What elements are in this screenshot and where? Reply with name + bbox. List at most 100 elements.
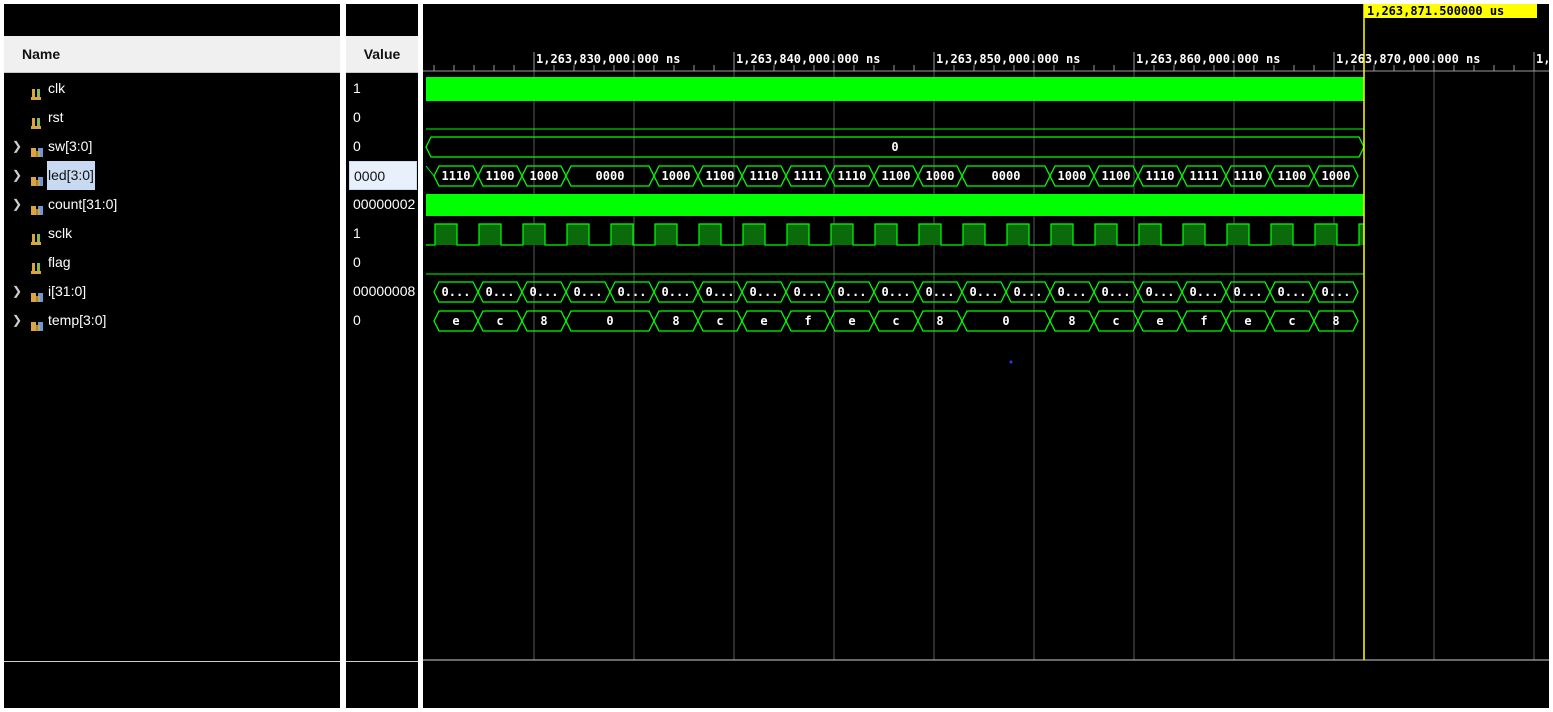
bus-signal-icon	[30, 140, 44, 157]
signal-row[interactable]: ❯ i[31:0]	[4, 277, 340, 306]
clk-wave	[426, 77, 1364, 101]
value-column-header[interactable]: Value	[346, 36, 418, 73]
sclk-high-fill	[523, 224, 545, 245]
signal-name[interactable]: sw[3:0]	[47, 132, 93, 161]
sclk-high-fill	[1271, 224, 1293, 245]
signal-row[interactable]: flag	[4, 248, 340, 277]
i-bus-value-label: 0...	[1322, 285, 1351, 299]
signal-row[interactable]: clk	[4, 74, 340, 103]
signal-row[interactable]: sclk	[4, 219, 340, 248]
signal-name[interactable]: count[31:0]	[47, 190, 118, 219]
temp-bus-value-label: e	[760, 314, 767, 328]
signal-name[interactable]: clk	[47, 74, 66, 103]
led-bus-value-label: 1110	[1146, 169, 1175, 183]
temp-bus-value-label: f	[1200, 314, 1207, 328]
sclk-high-fill	[655, 224, 677, 245]
marker-dot	[1009, 360, 1013, 364]
led-bus-value-label: 1000	[530, 169, 559, 183]
led-bus-value-label: 1000	[1322, 169, 1351, 183]
i-bus-value-label: 0...	[574, 285, 603, 299]
sclk-high-fill	[479, 224, 501, 245]
signal-name[interactable]: sclk	[47, 219, 73, 248]
sclk-high-fill	[567, 224, 589, 245]
temp-bus-value-label: c	[496, 314, 503, 328]
i-bus-value-label: 0...	[750, 285, 779, 299]
signal-row[interactable]: ❯ count[31:0]	[4, 190, 340, 219]
i-bus-value-label: 0...	[1234, 285, 1263, 299]
expand-chevron-icon[interactable]: ❯	[12, 190, 24, 219]
signal-name[interactable]: temp[3:0]	[47, 306, 107, 335]
scalar-signal-icon	[30, 111, 44, 129]
i-bus-value-label: 0...	[926, 285, 955, 299]
i-bus-value-label: 0...	[486, 285, 515, 299]
temp-bus-value-label: c	[1112, 314, 1119, 328]
i-bus-value-label: 0...	[1146, 285, 1175, 299]
led-bus-lead	[425, 165, 435, 177]
signal-row[interactable]: ❯ temp[3:0]	[4, 306, 340, 335]
signal-value: 1	[353, 80, 361, 96]
expand-chevron-icon[interactable]: ❯	[12, 161, 24, 190]
sclk-high-fill	[1051, 224, 1073, 245]
temp-bus-value-label: c	[716, 314, 723, 328]
led-bus-value-label: 1100	[486, 169, 515, 183]
i-bus-value-label: 0...	[882, 285, 911, 299]
led-bus-value-label: 1000	[662, 169, 691, 183]
temp-bus-value-label: 8	[936, 314, 943, 328]
ruler-label: 1,263,860,000.000 ns	[1136, 52, 1281, 66]
signal-row[interactable]: ❯ led[3:0]	[4, 161, 340, 190]
led-bus-value-label: 1000	[1058, 169, 1087, 183]
bus-signal-icon	[30, 169, 44, 186]
temp-bus-value-label: e	[452, 314, 459, 328]
sclk-high-fill	[1183, 224, 1205, 245]
signal-value: 0	[353, 138, 361, 154]
led-bus-value-label: 1100	[1278, 169, 1307, 183]
expand-chevron-icon[interactable]: ❯	[12, 277, 24, 306]
temp-bus-value-label: e	[1156, 314, 1163, 328]
bus-signal-icon	[30, 285, 44, 302]
count-wave	[426, 194, 1364, 216]
i-bus-value-label: 0...	[1014, 285, 1043, 299]
expand-chevron-icon[interactable]: ❯	[12, 132, 24, 161]
i-bus-value-label: 0...	[1058, 285, 1087, 299]
signal-value: 0	[353, 109, 361, 125]
waveform-pane[interactable]: 1,263,830,000.000 ns 1,263,840,000.000 ns…	[423, 4, 1549, 708]
temp-bus-value-label: 8	[1332, 314, 1339, 328]
sw-bus-value-label: 0	[891, 140, 898, 154]
name-column-header[interactable]: Name	[4, 36, 340, 73]
signal-row[interactable]: rst	[4, 103, 340, 132]
sclk-high-fill	[1315, 224, 1337, 245]
cursor-time-label[interactable]: 1,263,871.500000 us	[1364, 4, 1537, 18]
temp-bus-value-label: 8	[1068, 314, 1075, 328]
waveform-canvas[interactable]: 1,263,830,000.000 ns 1,263,840,000.000 ns…	[423, 4, 1549, 708]
led-bus-value-label: 1110	[750, 169, 779, 183]
i-bus-value-label: 0...	[442, 285, 471, 299]
led-bus-value-label: 0000	[992, 169, 1021, 183]
signal-value: 0	[353, 254, 361, 270]
ruler-label: 1,263,850,000.000 ns	[936, 52, 1081, 66]
i-bus-value-label: 0...	[530, 285, 559, 299]
sclk-high-fill	[435, 224, 457, 245]
i-bus-value-label: 0...	[706, 285, 735, 299]
signal-name[interactable]: led[3:0]	[47, 161, 95, 190]
signal-name[interactable]: rst	[47, 103, 65, 132]
signal-value: 0000	[349, 161, 417, 190]
ruler-label: 1,263,840,000.000 ns	[736, 52, 881, 66]
signal-name[interactable]: i[31:0]	[47, 277, 87, 306]
temp-bus-value-label: f	[804, 314, 811, 328]
temp-bus-value-label: 8	[540, 314, 547, 328]
led-bus-value-label: 1100	[706, 169, 735, 183]
name-header-label: Name	[22, 46, 61, 62]
sclk-high-fill	[919, 224, 941, 245]
scalar-signal-icon	[30, 82, 44, 100]
temp-bus-value-label: c	[1288, 314, 1295, 328]
bus-signal-icon	[30, 198, 44, 215]
sclk-high-fill	[963, 224, 985, 245]
temp-bus-value-label: e	[848, 314, 855, 328]
name-pane: Name clk rst ❯ sw[3:0] ❯ led[3:0] ❯ count[31:0]…	[4, 4, 340, 708]
sclk-high-fill	[875, 224, 897, 245]
ruler-label: 1,263,870,000.000 ns	[1336, 52, 1481, 66]
signal-name[interactable]: flag	[47, 248, 72, 277]
expand-chevron-icon[interactable]: ❯	[12, 306, 24, 335]
sclk-high-fill	[1139, 224, 1161, 245]
signal-row[interactable]: ❯ sw[3:0]	[4, 132, 340, 161]
